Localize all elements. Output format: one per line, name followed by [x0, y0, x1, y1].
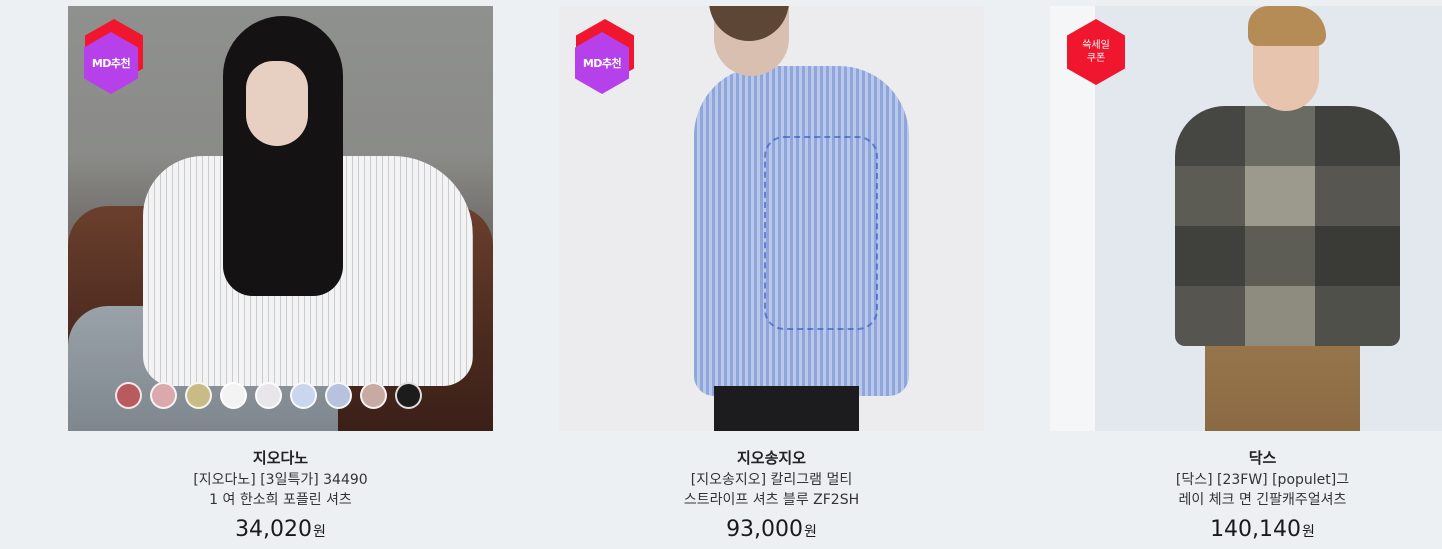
currency-unit: 원 — [1302, 524, 1315, 540]
product-price: 140,140원 — [1050, 516, 1442, 546]
product-grid: MD추천 지오다노 [지오다노] [3일특가] 34490 1 여 한소희 포플… — [0, 0, 1442, 549]
product-image[interactable]: MD추천 — [68, 6, 493, 431]
product-card[interactable]: MD추천 지오다노 [지오다노] [3일특가] 34490 1 여 한소희 포플… — [68, 0, 493, 546]
product-price: 93,000원 — [559, 516, 984, 546]
color-swatches — [115, 382, 422, 409]
product-brand[interactable]: 지오다노 — [68, 448, 493, 468]
badge-label: 쓱세일 쿠폰 — [1082, 40, 1110, 64]
price-value: 140,140 — [1210, 517, 1302, 542]
currency-unit: 원 — [313, 524, 326, 540]
product-name[interactable]: [지오송지오] 칼리그램 멀티 스트라이프 셔츠 블루 ZF2SH — [664, 470, 879, 510]
product-price: 34,020원 — [68, 516, 493, 546]
product-name[interactable]: [지오다노] [3일특가] 34490 1 여 한소희 포플린 셔츠 — [173, 470, 388, 510]
color-swatch[interactable] — [290, 382, 317, 409]
product-brand[interactable]: 지오송지오 — [559, 448, 984, 468]
color-swatch[interactable] — [360, 382, 387, 409]
color-swatch[interactable] — [395, 382, 422, 409]
price-value: 34,020 — [235, 517, 313, 542]
color-swatch[interactable] — [220, 382, 247, 409]
product-card[interactable]: 쓱세일 쿠폰 닥스 [닥스] [23FW] [populet]그 레이 체크 면… — [1050, 0, 1442, 546]
color-swatch[interactable] — [185, 382, 212, 409]
currency-unit: 원 — [804, 524, 817, 540]
product-card[interactable]: MD추천 지오송지오 [지오송지오] 칼리그램 멀티 스트라이프 셔츠 블루 Z… — [559, 0, 984, 546]
color-swatch[interactable] — [115, 382, 142, 409]
color-swatch[interactable] — [255, 382, 282, 409]
color-swatch[interactable] — [150, 382, 177, 409]
color-swatch[interactable] — [325, 382, 352, 409]
product-image[interactable]: MD추천 — [559, 6, 984, 431]
product-name[interactable]: [닥스] [23FW] [populet]그 레이 체크 면 긴팔캐주얼셔츠 — [1155, 470, 1370, 510]
product-brand[interactable]: 닥스 — [1050, 448, 1442, 468]
product-image[interactable]: 쓱세일 쿠폰 — [1050, 6, 1442, 431]
price-value: 93,000 — [726, 517, 804, 542]
